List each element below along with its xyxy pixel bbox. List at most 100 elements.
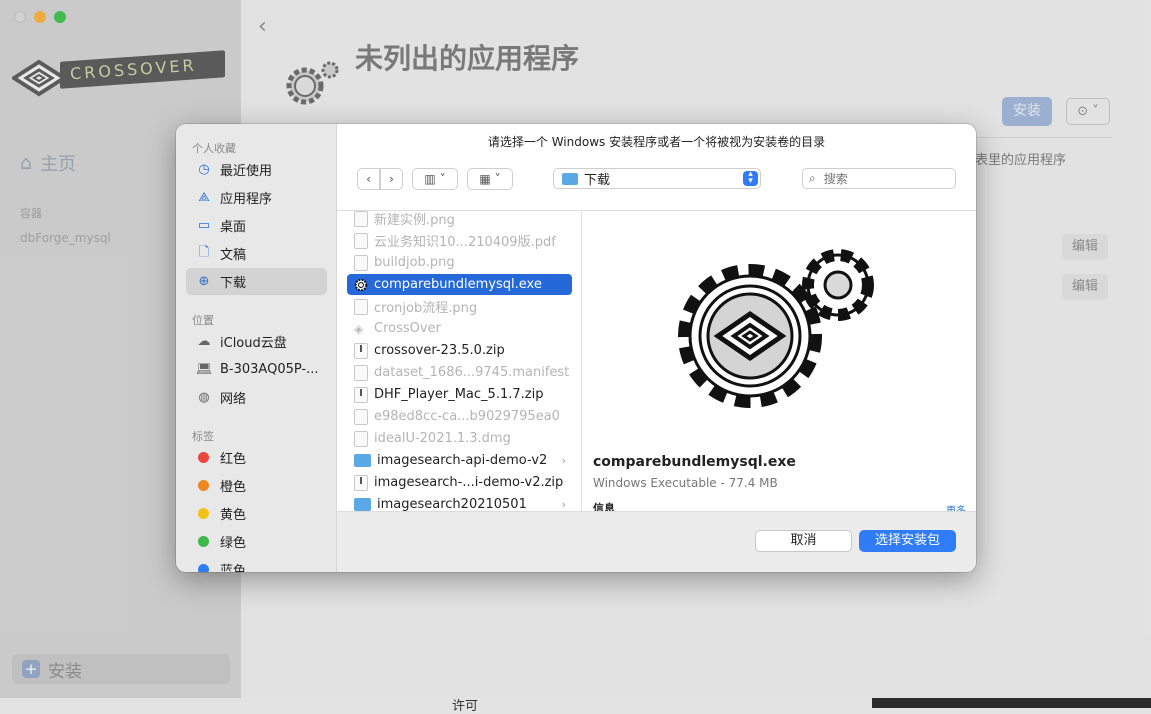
file-name: 云业务知识10...210409版.pdf [374, 235, 556, 250]
sidebar-item-label: 橙色 [220, 480, 247, 495]
chevron-right-icon: › [561, 498, 566, 511]
file-row[interactable]: ◈ CrossOver [347, 318, 572, 339]
file-preview: comparebundlemysql.exe Windows Executabl… [583, 211, 976, 511]
file-name: crossover-23.5.0.zip [374, 343, 505, 358]
clock-icon: ◷ [198, 162, 210, 177]
tag-color-dot [198, 564, 209, 572]
sidebar-item-recents[interactable]: ◷ 最近使用 [186, 156, 327, 183]
file-row[interactable]: DHF_Player_Mac_5.1.7.zip [347, 384, 572, 405]
chevron-right-icon: › [389, 172, 394, 186]
preview-file-name: comparebundlemysql.exe [593, 454, 796, 470]
apps-icon: ⟁ [198, 190, 210, 205]
file-name: DHF_Player_Mac_5.1.7.zip [374, 387, 544, 402]
file-row[interactable]: e98ed8cc-ca...b9029795ea0 [347, 406, 572, 427]
zip-file-icon [354, 342, 368, 359]
folder-row[interactable]: imagesearch-api-demo-v2 › [347, 450, 572, 471]
folder-row[interactable]: imagesearch20210501 › [347, 494, 572, 511]
sidebar-tag-blue[interactable]: 蓝色 [186, 556, 327, 572]
sidebar-item-applications[interactable]: ⟁ 应用程序 [186, 184, 327, 211]
location-label: 下载 [584, 173, 611, 188]
favorites-section-label: 个人收藏 [192, 142, 236, 155]
grid-view-icon: ▦ ˅ [479, 172, 501, 186]
file-name: imagesearch20210501 [377, 497, 527, 511]
file-name: cronjob流程.png [374, 301, 478, 316]
view-grid-button[interactable]: ▦ ˅ [467, 168, 513, 190]
file-row[interactable]: 新建实例.png [347, 211, 572, 229]
sidebar-item-downloads[interactable]: ⊕ 下载 [186, 268, 327, 295]
location-dropdown[interactable]: 下载 ▴ ▾ [553, 168, 761, 189]
preview-more-link[interactable]: 更多 [946, 502, 966, 511]
download-icon: ⊕ [198, 274, 210, 289]
search-field[interactable]: ⌕ [802, 168, 956, 189]
zip-file-icon [354, 474, 368, 491]
document-icon: 🗋 [198, 244, 210, 260]
tag-color-dot [198, 452, 209, 463]
file-row[interactable]: imagesearch-...i-demo-v2.zip [347, 472, 572, 493]
zip-file-icon [354, 386, 368, 403]
preview-file-kind: Windows Executable - 77.4 MB [593, 476, 778, 490]
sidebar-item-label: 应用程序 [220, 192, 273, 207]
pdf-file-icon [354, 232, 368, 249]
choose-installer-button[interactable]: 选择安装包 [859, 530, 956, 552]
image-file-icon [354, 298, 368, 315]
file-row[interactable]: buildjob.png [347, 252, 572, 273]
tag-color-dot [198, 480, 209, 491]
sidebar-item-icloud[interactable]: ☁ iCloud云盘 [186, 328, 327, 355]
dialog-prompt: 请选择一个 Windows 安装程序或者一个将被视为安装卷的目录 [487, 135, 826, 149]
file-row[interactable]: 云业务知识10...210409版.pdf [347, 230, 572, 251]
folder-icon [354, 454, 371, 467]
chevron-left-icon: ‹ [366, 172, 371, 186]
search-input[interactable] [821, 170, 932, 187]
back-button[interactable]: ‹ [357, 168, 380, 190]
view-columns-button[interactable]: ▥ ˅ [412, 168, 458, 190]
file-name: buildjob.png [374, 255, 455, 270]
sidebar-item-documents[interactable]: 🗋 文稿 [186, 240, 327, 267]
sidebar-item-label: 下载 [220, 276, 247, 291]
dmg-file-icon [354, 430, 368, 447]
sidebar-item-computer[interactable]: 💻︎ B-303AQ05P-... [186, 356, 327, 383]
sidebar-item-label: 蓝色 [220, 564, 247, 572]
cloud-icon: ☁ [197, 334, 211, 349]
file-row[interactable]: idealU-2021.1.3.dmg [347, 428, 572, 449]
folder-icon [354, 498, 371, 511]
desktop-strip [872, 698, 1151, 708]
laptop-icon: 💻︎ [196, 362, 213, 377]
dialog-footer: 取消 选择安装包 [337, 511, 976, 572]
crossover-app-icon: ◈ [354, 321, 364, 336]
folder-icon [562, 172, 578, 185]
document-file-icon [354, 408, 368, 425]
tag-color-dot [198, 508, 209, 519]
sidebar-item-label: 黄色 [220, 508, 247, 523]
tags-section-label: 标签 [192, 430, 214, 443]
sidebar-item-label: B-303AQ05P-... [220, 362, 319, 377]
desktop-icon: ▭ [197, 218, 211, 233]
sidebar-tag-red[interactable]: 红色 [186, 444, 327, 471]
sidebar-item-desktop[interactable]: ▭ 桌面 [186, 212, 327, 239]
file-name: dataset_1686...9745.manifest [374, 365, 570, 380]
file-row[interactable]: crossover-23.5.0.zip [347, 340, 572, 361]
sidebar-item-label: 网络 [220, 392, 247, 407]
columns-view-icon: ▥ ˅ [424, 172, 446, 186]
file-row-selected[interactable]: comparebundlemysql.exe [347, 274, 572, 295]
file-list[interactable]: 新建实例.png 云业务知识10...210409版.pdf buildjob.… [337, 211, 582, 511]
sidebar-tag-green[interactable]: 绿色 [186, 528, 327, 555]
sidebar-item-label: 最近使用 [220, 164, 273, 179]
file-name: CrossOver [374, 321, 441, 336]
exe-preview-gear-icon [678, 249, 874, 408]
cancel-button[interactable]: 取消 [755, 530, 852, 552]
forward-button[interactable]: › [380, 168, 403, 190]
document-file-icon [354, 364, 368, 381]
file-chooser-dialog: 个人收藏 ◷ 最近使用 ⟁ 应用程序 ▭ 桌面 🗋 文稿 ⊕ 下载 位置 ☁ i… [176, 124, 976, 572]
file-row[interactable]: cronjob流程.png [347, 296, 572, 317]
globe-icon: ◍ [198, 390, 210, 405]
sidebar-tag-yellow[interactable]: 黄色 [186, 500, 327, 527]
sidebar-item-label: 文稿 [220, 248, 247, 263]
sidebar-item-label: 桌面 [220, 220, 247, 235]
file-row[interactable]: dataset_1686...9745.manifest [347, 362, 572, 383]
file-name: imagesearch-...i-demo-v2.zip [374, 475, 564, 490]
sidebar-tag-orange[interactable]: 橙色 [186, 472, 327, 499]
sidebar-item-network[interactable]: ◍ 网络 [186, 384, 327, 411]
sidebar-item-label: 绿色 [220, 536, 247, 551]
updown-arrows-icon: ▴ ▾ [743, 170, 758, 186]
license-label: 许可 [452, 699, 479, 714]
